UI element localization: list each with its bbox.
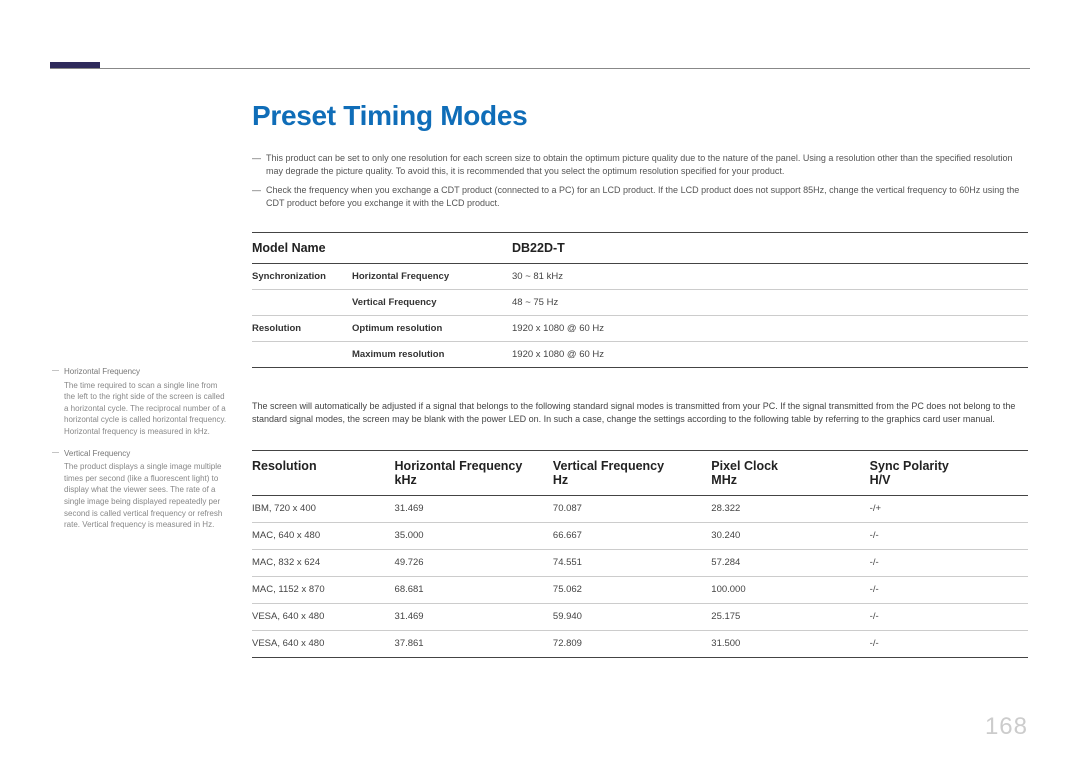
spec-cell: Synchronization (252, 271, 352, 282)
spec-row: Maximum resolution1920 x 1080 @ 60 Hz (252, 342, 1028, 368)
timing-cell: 75.062 (553, 584, 711, 595)
page-title: Preset Timing Modes (252, 100, 527, 132)
spec-row: ResolutionOptimum resolution1920 x 1080 … (252, 316, 1028, 342)
spec-header-model: Model Name (252, 241, 352, 255)
th-sync-polarity: Sync Polarity H/V (870, 459, 1028, 487)
th-horizontal-frequency: Horizontal Frequency kHz (395, 459, 553, 487)
timing-cell: -/- (870, 638, 1028, 649)
side-note: Horizontal Frequency The time required t… (52, 366, 227, 438)
timing-cell: 31.469 (395, 611, 553, 622)
side-note: Vertical Frequency The product displays … (52, 448, 227, 531)
timing-cell: 25.175 (711, 611, 869, 622)
spec-table-header: Model Name DB22D-T (252, 232, 1028, 264)
spec-header-value: DB22D-T (512, 241, 1028, 255)
side-note-body: The product displays a single image mult… (64, 462, 222, 529)
timing-cell: -/- (870, 584, 1028, 595)
th-pixel-clock: Pixel Clock MHz (711, 459, 869, 487)
th-vertical-frequency: Vertical Frequency Hz (553, 459, 711, 487)
top-rule (50, 68, 1030, 69)
spec-cell: 1920 x 1080 @ 60 Hz (512, 323, 1028, 334)
timing-cell: VESA, 640 x 480 (252, 611, 395, 622)
timing-row: MAC, 640 x 48035.00066.66730.240-/- (252, 523, 1028, 550)
spec-row: SynchronizationHorizontal Frequency30 ~ … (252, 264, 1028, 290)
timing-row: VESA, 640 x 48037.86172.80931.500-/- (252, 631, 1028, 658)
spec-cell: Optimum resolution (352, 323, 512, 334)
timing-cell: 70.087 (553, 503, 711, 514)
spec-cell: 48 ~ 75 Hz (512, 297, 1028, 308)
spec-cell (252, 297, 352, 308)
timing-cell: IBM, 720 x 400 (252, 503, 395, 514)
timing-cell: -/- (870, 530, 1028, 541)
timing-cell: 49.726 (395, 557, 553, 568)
timing-cell: -/- (870, 557, 1028, 568)
timing-cell: MAC, 832 x 624 (252, 557, 395, 568)
th-pc-unit: MHz (711, 473, 737, 487)
timing-row: MAC, 1152 x 87068.68175.062100.000-/- (252, 577, 1028, 604)
th-sp-unit: H/V (870, 473, 891, 487)
timing-table-header: Resolution Horizontal Frequency kHz Vert… (252, 450, 1028, 496)
timing-cell: MAC, 640 x 480 (252, 530, 395, 541)
spec-row: Vertical Frequency48 ~ 75 Hz (252, 290, 1028, 316)
timing-row: MAC, 832 x 62449.72674.55157.284-/- (252, 550, 1028, 577)
th-hf-label: Horizontal Frequency (395, 459, 523, 473)
spec-header-blank (352, 241, 512, 255)
side-note-title: Vertical Frequency (64, 448, 227, 460)
timing-cell: 35.000 (395, 530, 553, 541)
timing-cell: 68.681 (395, 584, 553, 595)
th-vf-unit: Hz (553, 473, 568, 487)
timing-cell: -/+ (870, 503, 1028, 514)
timing-cell: 100.000 (711, 584, 869, 595)
timing-cell: 31.500 (711, 638, 869, 649)
spec-cell (252, 349, 352, 360)
side-notes: Horizontal Frequency The time required t… (52, 366, 227, 541)
spec-cell: 1920 x 1080 @ 60 Hz (512, 349, 1028, 360)
th-hf-unit: kHz (395, 473, 417, 487)
timing-cell: 31.469 (395, 503, 553, 514)
timing-row: IBM, 720 x 40031.46970.08728.322-/+ (252, 496, 1028, 523)
timing-cell: 59.940 (553, 611, 711, 622)
top-notes: This product can be set to only one reso… (252, 152, 1028, 216)
spec-cell: Maximum resolution (352, 349, 512, 360)
spec-cell: Vertical Frequency (352, 297, 512, 308)
timing-cell: 57.284 (711, 557, 869, 568)
side-note-body: The time required to scan a single line … (64, 381, 226, 436)
mid-note: The screen will automatically be adjuste… (252, 400, 1028, 426)
th-pc-label: Pixel Clock (711, 459, 778, 473)
spec-cell: Resolution (252, 323, 352, 334)
th-sp-label: Sync Polarity (870, 459, 949, 473)
timing-cell: VESA, 640 x 480 (252, 638, 395, 649)
timing-cell: 74.551 (553, 557, 711, 568)
th-resolution: Resolution (252, 459, 395, 487)
spec-table: Model Name DB22D-T SynchronizationHorizo… (252, 232, 1028, 368)
spec-cell: Horizontal Frequency (352, 271, 512, 282)
page-number: 168 (985, 713, 1028, 741)
timing-cell: 30.240 (711, 530, 869, 541)
timing-table: Resolution Horizontal Frequency kHz Vert… (252, 450, 1028, 658)
th-vf-label: Vertical Frequency (553, 459, 664, 473)
timing-cell: -/- (870, 611, 1028, 622)
spec-cell: 30 ~ 81 kHz (512, 271, 1028, 282)
note-item: Check the frequency when you exchange a … (252, 184, 1028, 210)
timing-cell: 37.861 (395, 638, 553, 649)
timing-row: VESA, 640 x 48031.46959.94025.175-/- (252, 604, 1028, 631)
side-note-title: Horizontal Frequency (64, 366, 227, 378)
note-item: This product can be set to only one reso… (252, 152, 1028, 178)
timing-cell: MAC, 1152 x 870 (252, 584, 395, 595)
timing-cell: 66.667 (553, 530, 711, 541)
timing-cell: 72.809 (553, 638, 711, 649)
timing-cell: 28.322 (711, 503, 869, 514)
